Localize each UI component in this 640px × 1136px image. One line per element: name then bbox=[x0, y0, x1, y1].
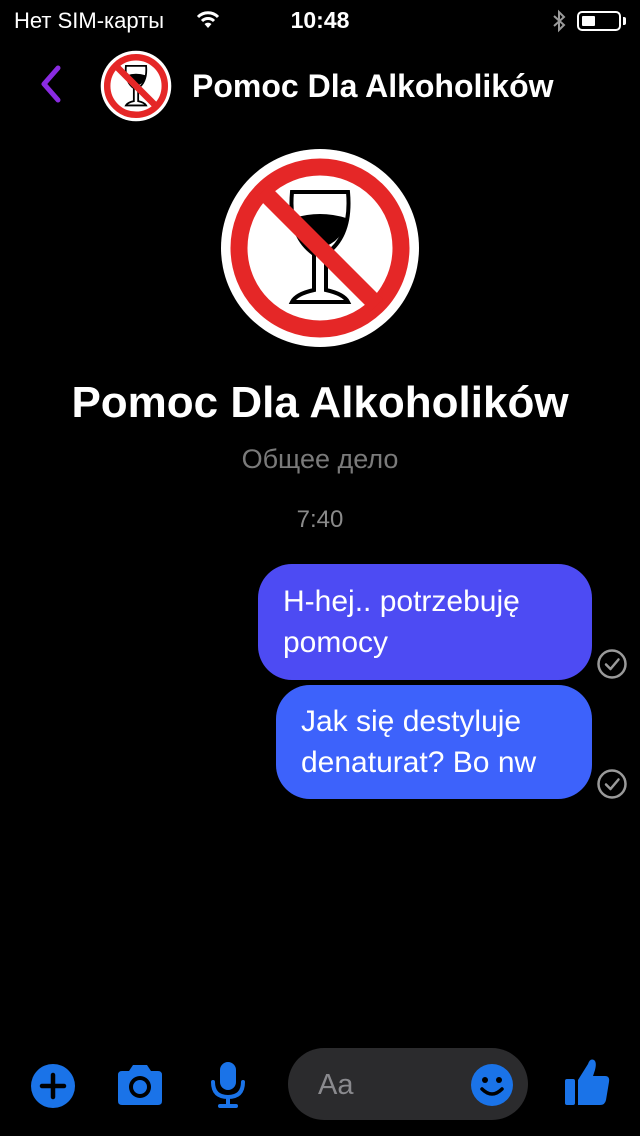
message-composer: Aa bbox=[0, 1040, 640, 1136]
profile-subtitle: Общее дело bbox=[241, 444, 399, 474]
bluetooth-icon bbox=[553, 9, 566, 33]
thumbs-up-icon[interactable] bbox=[562, 1056, 612, 1108]
message-bubble-outgoing[interactable]: Jak się destyluje denaturat? Bo nw bbox=[276, 685, 592, 799]
microphone-icon[interactable] bbox=[208, 1060, 248, 1110]
message-line: pomocy bbox=[283, 626, 389, 659]
message-timestamp: 7:40 bbox=[296, 506, 344, 533]
plus-icon[interactable] bbox=[30, 1063, 76, 1109]
conversation-title[interactable]: Pomoc Dla Alkoholików bbox=[192, 68, 554, 105]
profile-name: Pomoc Dla Alkoholików bbox=[71, 378, 569, 427]
avatar[interactable] bbox=[100, 50, 172, 122]
status-bar: Нет SIM-карты 10:48 bbox=[0, 0, 640, 40]
message-line: H-hej.. potrzebuję bbox=[283, 585, 520, 618]
sent-check-icon bbox=[597, 649, 627, 679]
camera-icon[interactable] bbox=[114, 1063, 166, 1109]
battery-tip bbox=[623, 17, 626, 25]
message-line: Jak się destyluje bbox=[301, 705, 522, 738]
emoji-icon[interactable] bbox=[470, 1063, 514, 1107]
message-bubble-outgoing[interactable]: H-hej.. potrzebuję pomocy bbox=[258, 564, 592, 680]
profile-avatar bbox=[221, 149, 419, 347]
message-input-placeholder: Aa bbox=[318, 1069, 354, 1101]
status-time: 10:48 bbox=[290, 7, 350, 33]
conversation-header: Pomoc Dla Alkoholików bbox=[0, 40, 640, 130]
message-input[interactable]: Aa bbox=[288, 1048, 528, 1120]
battery-icon bbox=[577, 11, 621, 31]
message-line: denaturat? Bo nw bbox=[301, 746, 537, 779]
sent-check-icon bbox=[597, 769, 627, 799]
chevron-left-icon[interactable] bbox=[36, 62, 66, 106]
